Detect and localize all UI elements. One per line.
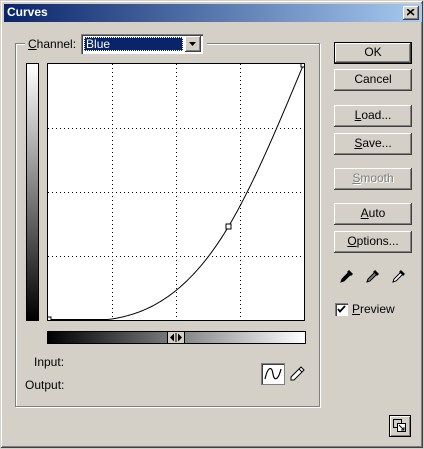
ok-button[interactable]: OK <box>334 42 412 64</box>
white-eyedropper-icon <box>392 270 405 283</box>
gray-eyedropper-button[interactable] <box>364 267 382 285</box>
curve-control-point[interactable] <box>300 61 307 68</box>
channel-label: Channel: <box>28 37 77 51</box>
black-eyedropper-icon <box>340 270 353 283</box>
preview-checkbox[interactable] <box>335 302 348 316</box>
checkmark-icon <box>337 304 346 313</box>
curves-dialog: Curves Channel: Blue Input: Output: OK C… <box>0 0 424 449</box>
curve-graph-canvas <box>45 61 307 323</box>
smooth-button[interactable]: Smooth <box>334 168 412 190</box>
white-eyedropper-button[interactable] <box>390 267 408 285</box>
channel-select-value: Blue <box>84 37 184 51</box>
curve-tool-button[interactable] <box>261 363 285 385</box>
auto-button[interactable]: Auto <box>334 203 412 225</box>
chevron-down-icon <box>189 42 197 46</box>
gradient-direction-toggle[interactable] <box>167 331 185 344</box>
window-title: Curves <box>7 5 48 19</box>
load-button[interactable]: Load... <box>334 105 412 127</box>
options-button[interactable]: Options... <box>334 231 412 253</box>
channel-dropdown-button[interactable] <box>185 36 202 52</box>
channel-row: Channel: Blue <box>25 34 208 54</box>
black-eyedropper-button[interactable] <box>338 267 356 285</box>
resize-grid-button[interactable] <box>389 415 411 437</box>
swap-arrows-icon <box>170 333 182 342</box>
gray-eyedropper-icon <box>366 270 379 283</box>
output-gradient-bar <box>26 63 39 321</box>
resize-icon <box>393 419 406 432</box>
output-label: Output: <box>25 378 65 392</box>
curve-control-point[interactable] <box>225 223 232 230</box>
preview-label: Preview <box>352 302 395 316</box>
preview-checkbox-row[interactable]: Preview <box>335 302 395 316</box>
close-icon <box>407 9 415 16</box>
channel-select[interactable]: Blue <box>81 34 204 54</box>
curve-control-point[interactable] <box>45 316 52 323</box>
save-button[interactable]: Save... <box>334 133 412 155</box>
curve-tool-icon <box>264 368 282 380</box>
pencil-tool-button[interactable] <box>288 365 306 383</box>
curve-graph[interactable] <box>45 61 307 323</box>
close-button[interactable] <box>403 6 419 20</box>
title-bar[interactable]: Curves <box>4 4 422 22</box>
cancel-button[interactable]: Cancel <box>334 69 412 91</box>
input-label: Input: <box>34 355 65 369</box>
pencil-icon <box>290 366 305 381</box>
